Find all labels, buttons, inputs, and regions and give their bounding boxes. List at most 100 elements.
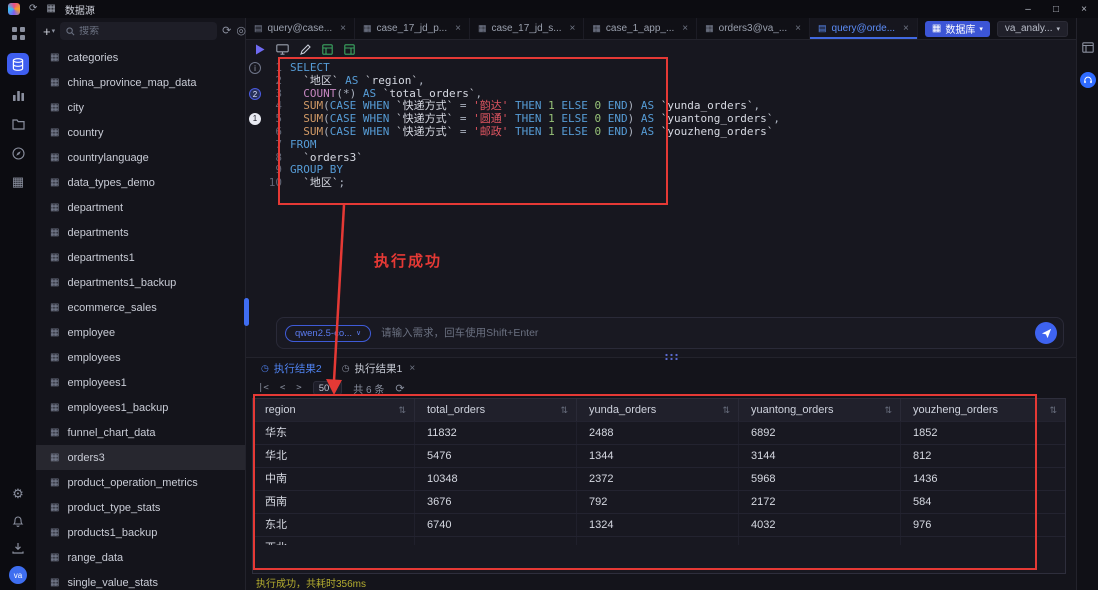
user-avatar[interactable]: va [9, 566, 27, 584]
sort-icon[interactable]: ⇅ [398, 405, 406, 416]
sort-icon[interactable]: ⇅ [884, 405, 892, 416]
bell-icon[interactable] [9, 512, 27, 530]
close-tab-icon[interactable]: × [340, 23, 346, 34]
sidebar-item-ecommerce_sales[interactable]: ▦ecommerce_sales [36, 295, 245, 320]
compass-icon[interactable] [9, 144, 27, 162]
send-button[interactable] [1035, 322, 1057, 344]
result-tab[interactable]: ◷执行结果1× [333, 358, 425, 378]
sidebar-item-product_type_stats[interactable]: ▦product_type_stats [36, 495, 245, 520]
close-tab-icon[interactable]: × [682, 23, 688, 34]
panel-toggle-icon[interactable] [1082, 40, 1094, 58]
sidebar-item-employees[interactable]: ▦employees [36, 345, 245, 370]
schema-selector-button[interactable]: va_analy... ▾ [997, 21, 1068, 37]
sidebar-item-departments[interactable]: ▦departments [36, 220, 245, 245]
prev-page-icon[interactable]: < [280, 383, 285, 393]
run-button[interactable] [255, 44, 265, 55]
add-button[interactable]: +▾ [43, 24, 55, 39]
locate-icon[interactable]: ◎ [236, 26, 246, 37]
sort-icon[interactable]: ⇅ [722, 405, 730, 416]
apps-icon[interactable] [9, 24, 27, 42]
tab-orders3-va-[interactable]: ▦orders3@va_...× [697, 18, 810, 39]
table-row[interactable]: 东北674013244032976 [253, 513, 1065, 536]
sidebar-item-orders3[interactable]: ▦orders3 [36, 445, 245, 470]
sidebar-item-departments1_backup[interactable]: ▦departments1_backup [36, 270, 245, 295]
sidebar-item-employee[interactable]: ▦employee [36, 320, 245, 345]
main-content: ▤query@case...×▦case_17_jd_p...×▦case_17… [246, 18, 1076, 590]
tab-case-17-jd-s-[interactable]: ▦case_17_jd_s...× [470, 18, 584, 39]
refresh-icon[interactable]: ⟳ [29, 4, 37, 14]
minimize-button[interactable]: – [1014, 0, 1042, 18]
code-lines[interactable]: SELECT `地区` AS `region`, COUNT(*) AS `to… [290, 58, 1076, 309]
column-header-yunda_orders[interactable]: yunda_orders⇅ [577, 399, 739, 421]
tab-case-1-app-[interactable]: ▦case_1_app_...× [584, 18, 697, 39]
format-pen-icon[interactable] [300, 44, 311, 55]
sort-icon[interactable]: ⇅ [560, 405, 568, 416]
sort-icon[interactable]: ⇅ [1049, 405, 1057, 416]
column-header-total_orders[interactable]: total_orders⇅ [415, 399, 577, 421]
search-box[interactable] [60, 22, 217, 40]
gutter-marker-info[interactable]: i [249, 62, 261, 74]
sidebar-item-range_data[interactable]: ▦range_data [36, 545, 245, 570]
gutter-marker-badge-light[interactable]: 1 [249, 113, 261, 125]
download-icon[interactable] [9, 539, 27, 557]
refresh-results-icon[interactable]: ⟳ [395, 382, 404, 395]
chart-icon[interactable] [9, 86, 27, 104]
modules-icon[interactable]: ▦ [9, 173, 27, 191]
import-table-icon[interactable] [344, 44, 355, 55]
close-tab-icon[interactable]: × [570, 23, 576, 34]
sidebar-item-products1_backup[interactable]: ▦products1_backup [36, 520, 245, 545]
sidebar-item-department[interactable]: ▦department [36, 195, 245, 220]
export-table-icon[interactable] [322, 44, 333, 55]
gutter-marker-badge-blue[interactable]: 2 [249, 88, 261, 100]
table-row[interactable]: 华北547613443144812 [253, 444, 1065, 467]
table-row[interactable]: 中南10348237259681436 [253, 467, 1065, 490]
search-input[interactable] [79, 26, 211, 37]
close-icon[interactable]: × [409, 363, 415, 374]
model-selector[interactable]: qwen2.5-co... ∨ [285, 325, 371, 342]
maximize-button[interactable]: □ [1042, 0, 1070, 18]
tab-case-17-jd-p-[interactable]: ▦case_17_jd_p...× [355, 18, 470, 39]
tab-query-case-[interactable]: ▤query@case...× [246, 18, 355, 39]
table-row-partial[interactable]: 西北 [253, 536, 1065, 545]
monitor-icon[interactable] [276, 44, 289, 55]
page-size-select[interactable]: 50 ▾ [313, 381, 343, 395]
sidebar-item-city[interactable]: ▦city [36, 95, 245, 120]
column-header-yuantong_orders[interactable]: yuantong_orders⇅ [739, 399, 901, 421]
table-cell: 792 [577, 491, 739, 513]
table-row[interactable]: 西南36767922172584 [253, 490, 1065, 513]
close-tab-icon[interactable]: × [455, 23, 461, 34]
tab-query-orde-[interactable]: ▤query@orde...× [810, 18, 918, 39]
panel-splitter-handle[interactable] [664, 353, 680, 360]
sql-editor[interactable]: i21 12345678910 SELECT `地区` AS `region`,… [246, 58, 1076, 309]
first-page-icon[interactable]: |< [258, 383, 269, 393]
database-button-icon: ▦ [932, 23, 941, 34]
close-tab-icon[interactable]: × [795, 23, 801, 34]
sidebar-item-china_province_map_data[interactable]: ▦china_province_map_data [36, 70, 245, 95]
folder-icon[interactable] [9, 115, 27, 133]
sidebar-item-employees1[interactable]: ▦employees1 [36, 370, 245, 395]
next-page-icon[interactable]: > [296, 383, 301, 393]
ai-prompt-input[interactable] [381, 327, 1035, 339]
table-row[interactable]: 华东11832248868921852 [253, 421, 1065, 444]
assistant-icon[interactable] [1080, 72, 1096, 88]
sidebar-item-data_types_demo[interactable]: ▦data_types_demo [36, 170, 245, 195]
settings-icon[interactable]: ⚙ [9, 485, 27, 503]
sidebar-item-single_value_stats[interactable]: ▦single_value_stats [36, 570, 245, 590]
column-header-region[interactable]: region⇅ [253, 399, 415, 421]
close-button[interactable]: × [1070, 0, 1098, 18]
sidebar-resize-handle[interactable] [244, 298, 249, 326]
sidebar-item-countrylanguage[interactable]: ▦countrylanguage [36, 145, 245, 170]
column-header-youzheng_orders[interactable]: youzheng_orders⇅ [901, 399, 1065, 421]
result-tab[interactable]: ◷执行结果2 [252, 358, 331, 378]
refresh-tree-icon[interactable]: ⟳ [222, 26, 231, 37]
sidebar-item-departments1[interactable]: ▦departments1 [36, 245, 245, 270]
sidebar-item-funnel_chart_data[interactable]: ▦funnel_chart_data [36, 420, 245, 445]
close-tab-icon[interactable]: × [903, 23, 909, 34]
sidebar-item-product_operation_metrics[interactable]: ▦product_operation_metrics [36, 470, 245, 495]
sidebar-item-categories[interactable]: ▦categories [36, 45, 245, 70]
sidebar-item-employees1_backup[interactable]: ▦employees1_backup [36, 395, 245, 420]
sidebar-item-country[interactable]: ▦country [36, 120, 245, 145]
grid-icon[interactable]: ▦ [46, 4, 55, 14]
database-icon[interactable] [7, 53, 29, 75]
database-selector-button[interactable]: ▦ 数据库 ▾ [925, 21, 990, 37]
